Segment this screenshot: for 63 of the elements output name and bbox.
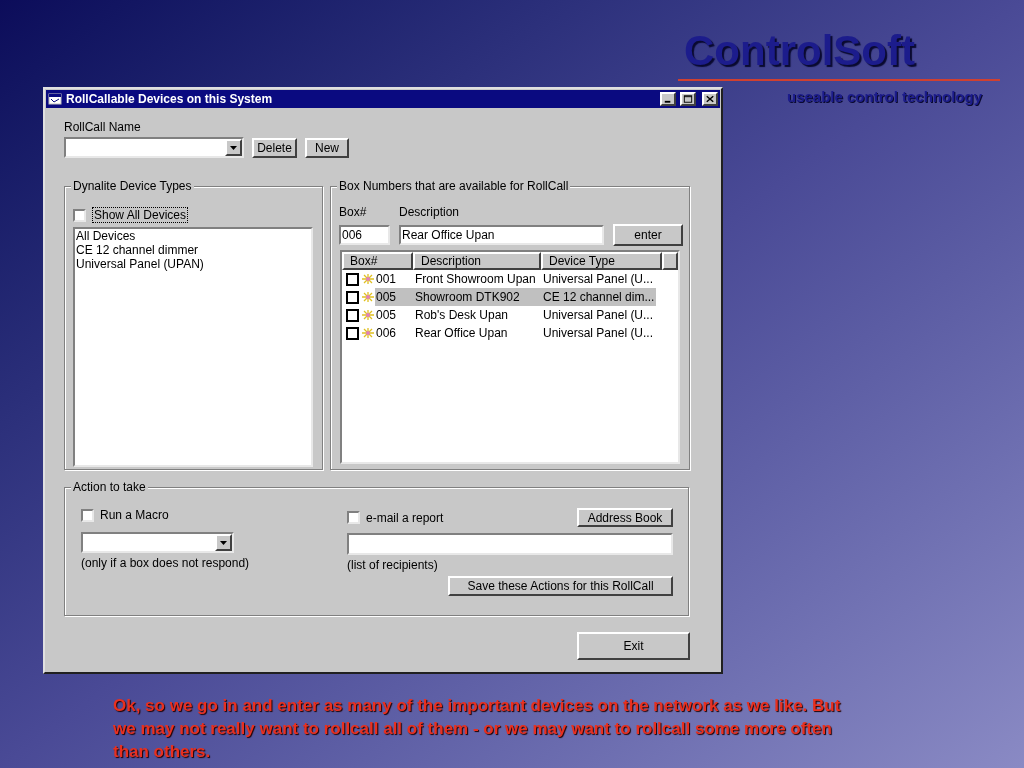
table-cell-text: 005 bbox=[375, 308, 398, 322]
table-cell-text: Universal Panel (U... bbox=[542, 272, 655, 286]
spark-icon bbox=[361, 291, 375, 303]
table-cell-text: Universal Panel (U... bbox=[542, 326, 655, 340]
table-cell-text: 006 bbox=[375, 326, 398, 340]
hint-text: (only if a box does not respond) bbox=[81, 556, 251, 570]
button[interactable]: Save these Actions for this RollCall bbox=[448, 576, 673, 596]
column-header[interactable]: Description bbox=[413, 252, 541, 270]
spark-icon bbox=[361, 273, 375, 285]
list-item[interactable]: Universal Panel (UPAN) bbox=[76, 257, 311, 271]
description-field[interactable]: Rear Office Upan bbox=[399, 225, 604, 245]
logo-text: ControlSoft bbox=[684, 26, 915, 76]
table-cell-text: Showroom DTK902 bbox=[414, 290, 521, 304]
button[interactable]: Address Book bbox=[577, 508, 673, 527]
dropdown-field[interactable] bbox=[64, 137, 244, 158]
table-row[interactable]: 006 Rear Office Upan Universal Panel (U... bbox=[375, 324, 656, 342]
field-label: Box# bbox=[339, 205, 368, 219]
tagline-text: useable control technology bbox=[787, 88, 983, 106]
table-cell-text: Rear Office Upan bbox=[414, 326, 509, 340]
field-label: Description bbox=[399, 205, 460, 219]
caption-text: Ok, so we go in and enter as many of the important devices on the network as we like. But we may not really want to rollcall all of them - or we may want to rollcall some more often than others. bbox=[113, 695, 842, 763]
table-row[interactable]: 005 Rob's Desk Upan Universal Panel (U... bbox=[375, 306, 656, 324]
checkbox[interactable] bbox=[81, 508, 94, 522]
spark-icon bbox=[361, 309, 375, 321]
table-cell-text: Universal Panel (U... bbox=[542, 308, 655, 322]
close-icon[interactable] bbox=[702, 92, 718, 106]
spark-icon bbox=[361, 327, 375, 339]
list-item[interactable]: All Devices bbox=[76, 229, 311, 243]
button[interactable]: New bbox=[305, 137, 349, 158]
window-title: RollCallable Devices on this System bbox=[66, 93, 274, 105]
list-item[interactable]: CE 12 channel dimmer bbox=[76, 243, 311, 257]
checkbox[interactable] bbox=[346, 326, 359, 340]
table-row[interactable]: 001 Front Showroom Upan Universal Panel (U... bbox=[375, 270, 656, 288]
box-number-field[interactable]: 006 bbox=[339, 225, 390, 245]
table-cell-text: Front Showroom Upan bbox=[414, 272, 537, 286]
checkbox-label[interactable]: e-mail a report bbox=[366, 510, 577, 525]
checkbox[interactable] bbox=[346, 290, 359, 304]
checkbox[interactable] bbox=[346, 308, 359, 322]
recipients-field[interactable] bbox=[347, 533, 673, 555]
button[interactable]: Delete bbox=[252, 137, 297, 158]
device-type-list[interactable]: All Devices CE 12 channel dimmer Universal Panel (UPAN) bbox=[73, 227, 313, 467]
group-title: Box Numbers that are available for RollCall bbox=[337, 179, 571, 193]
group-title: Dynalite Device Types bbox=[71, 179, 194, 193]
dropdown-field[interactable] bbox=[81, 532, 234, 553]
minimize-icon[interactable] bbox=[660, 92, 676, 106]
checkbox-label[interactable]: Show All Devices bbox=[92, 207, 189, 223]
table-cell-text: Rob's Desk Upan bbox=[414, 308, 509, 322]
table-row[interactable]: 005 Showroom DTK902 CE 12 channel dim... bbox=[375, 288, 656, 306]
group-title: Action to take bbox=[71, 480, 148, 494]
button[interactable]: enter bbox=[613, 224, 683, 246]
table-cell-text: 005 bbox=[375, 290, 398, 304]
hint-text: (list of recipients) bbox=[347, 558, 439, 572]
checkbox-label[interactable]: Run a Macro bbox=[100, 508, 169, 522]
column-header[interactable]: Box# bbox=[342, 252, 413, 270]
checkbox[interactable] bbox=[73, 208, 86, 222]
table-cell: CE 12 channel dim... bbox=[542, 290, 656, 304]
column-header[interactable]: Device Type bbox=[541, 252, 662, 270]
button[interactable]: Exit bbox=[577, 632, 690, 660]
maximize-icon[interactable] bbox=[680, 92, 696, 106]
checkbox[interactable] bbox=[346, 272, 359, 286]
checkbox[interactable] bbox=[347, 511, 360, 524]
field-label: RollCall Name bbox=[64, 120, 142, 134]
table-cell-text: 001 bbox=[375, 272, 398, 286]
